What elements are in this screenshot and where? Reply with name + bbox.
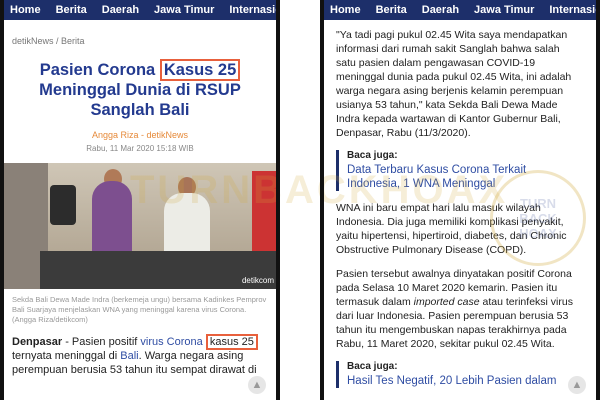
- author[interactable]: Angga Riza - detikNews: [12, 130, 268, 140]
- phone-bezel: [0, 0, 4, 400]
- article-title: Pasien Corona Kasus 25 Meninggal Dunia d…: [12, 59, 268, 120]
- man-purple-shirt: [92, 181, 132, 257]
- nav-berita[interactable]: Berita: [56, 4, 87, 16]
- photo-watermark: detikcom: [241, 276, 274, 285]
- nav-home[interactable]: Home: [10, 4, 41, 16]
- publish-date: Rabu, 11 Mar 2020 15:18 WIB: [86, 144, 194, 153]
- title-part1: Pasien Corona: [39, 61, 156, 79]
- related-box-2: Baca juga: Hasil Tes Negatif, 20 Lebih P…: [336, 361, 580, 388]
- lead-paragraph: Denpasar - Pasien positif virus Corona k…: [12, 334, 268, 377]
- scroll-top-button[interactable]: ▲: [568, 376, 586, 394]
- lead-place: Denpasar: [12, 336, 63, 348]
- nav-internasional[interactable]: Internasio: [549, 4, 600, 16]
- link-virus-corona[interactable]: virus Corona: [140, 336, 202, 348]
- lead-text-1: - Pasien positif: [62, 336, 141, 348]
- nav-jawa-timur[interactable]: Jawa Timur: [474, 4, 534, 16]
- nav-daerah[interactable]: Daerah: [422, 4, 459, 16]
- watermark-seal: TURN BACK HOAX: [490, 170, 586, 266]
- title-part2: Meninggal Dunia di RSUP Sanglah Bali: [39, 81, 241, 119]
- related-label: Baca juga:: [347, 150, 398, 161]
- nav-home[interactable]: Home: [330, 4, 361, 16]
- lead-text-3: ternyata meninggal di: [12, 350, 121, 362]
- top-nav-right: Home Berita Daerah Jawa Timur Internasio: [320, 0, 600, 20]
- paragraph-3: Pasien tersebut awalnya dinyatakan posit…: [336, 267, 580, 351]
- imported-case-italic: imported case: [413, 296, 480, 308]
- link-bali[interactable]: Bali: [120, 350, 138, 362]
- lead-highlight: kasus 25: [205, 334, 258, 350]
- photo-caption: Sekda Bali Dewa Made Indra (berkemeja un…: [12, 295, 267, 324]
- related-label: Baca juga:: [347, 361, 398, 372]
- nav-berita[interactable]: Berita: [376, 4, 407, 16]
- related-link-2[interactable]: Hasil Tes Negatif, 20 Lebih Pasien dalam: [347, 374, 580, 388]
- nav-internasional[interactable]: Internasional: [229, 4, 280, 16]
- breadcrumb[interactable]: detikNews / Berita: [12, 36, 268, 46]
- nav-jawa-timur[interactable]: Jawa Timur: [154, 4, 214, 16]
- quote-paragraph: "Ya tadi pagi pukul 02.45 Wita saya mend…: [336, 29, 572, 139]
- nav-daerah[interactable]: Daerah: [102, 4, 139, 16]
- title-highlight: Kasus 25: [159, 59, 241, 81]
- phone-bezel: [320, 0, 324, 400]
- top-nav: Home Berita Daerah Jawa Timur Internasio…: [0, 0, 280, 20]
- phone-bezel: [596, 0, 600, 400]
- camera-shape: [50, 185, 76, 225]
- phone-bezel: [276, 0, 280, 400]
- arrow-up-icon: ▲: [571, 379, 583, 391]
- scroll-top-button[interactable]: ▲: [248, 376, 266, 394]
- arrow-up-icon: ▲: [251, 379, 263, 391]
